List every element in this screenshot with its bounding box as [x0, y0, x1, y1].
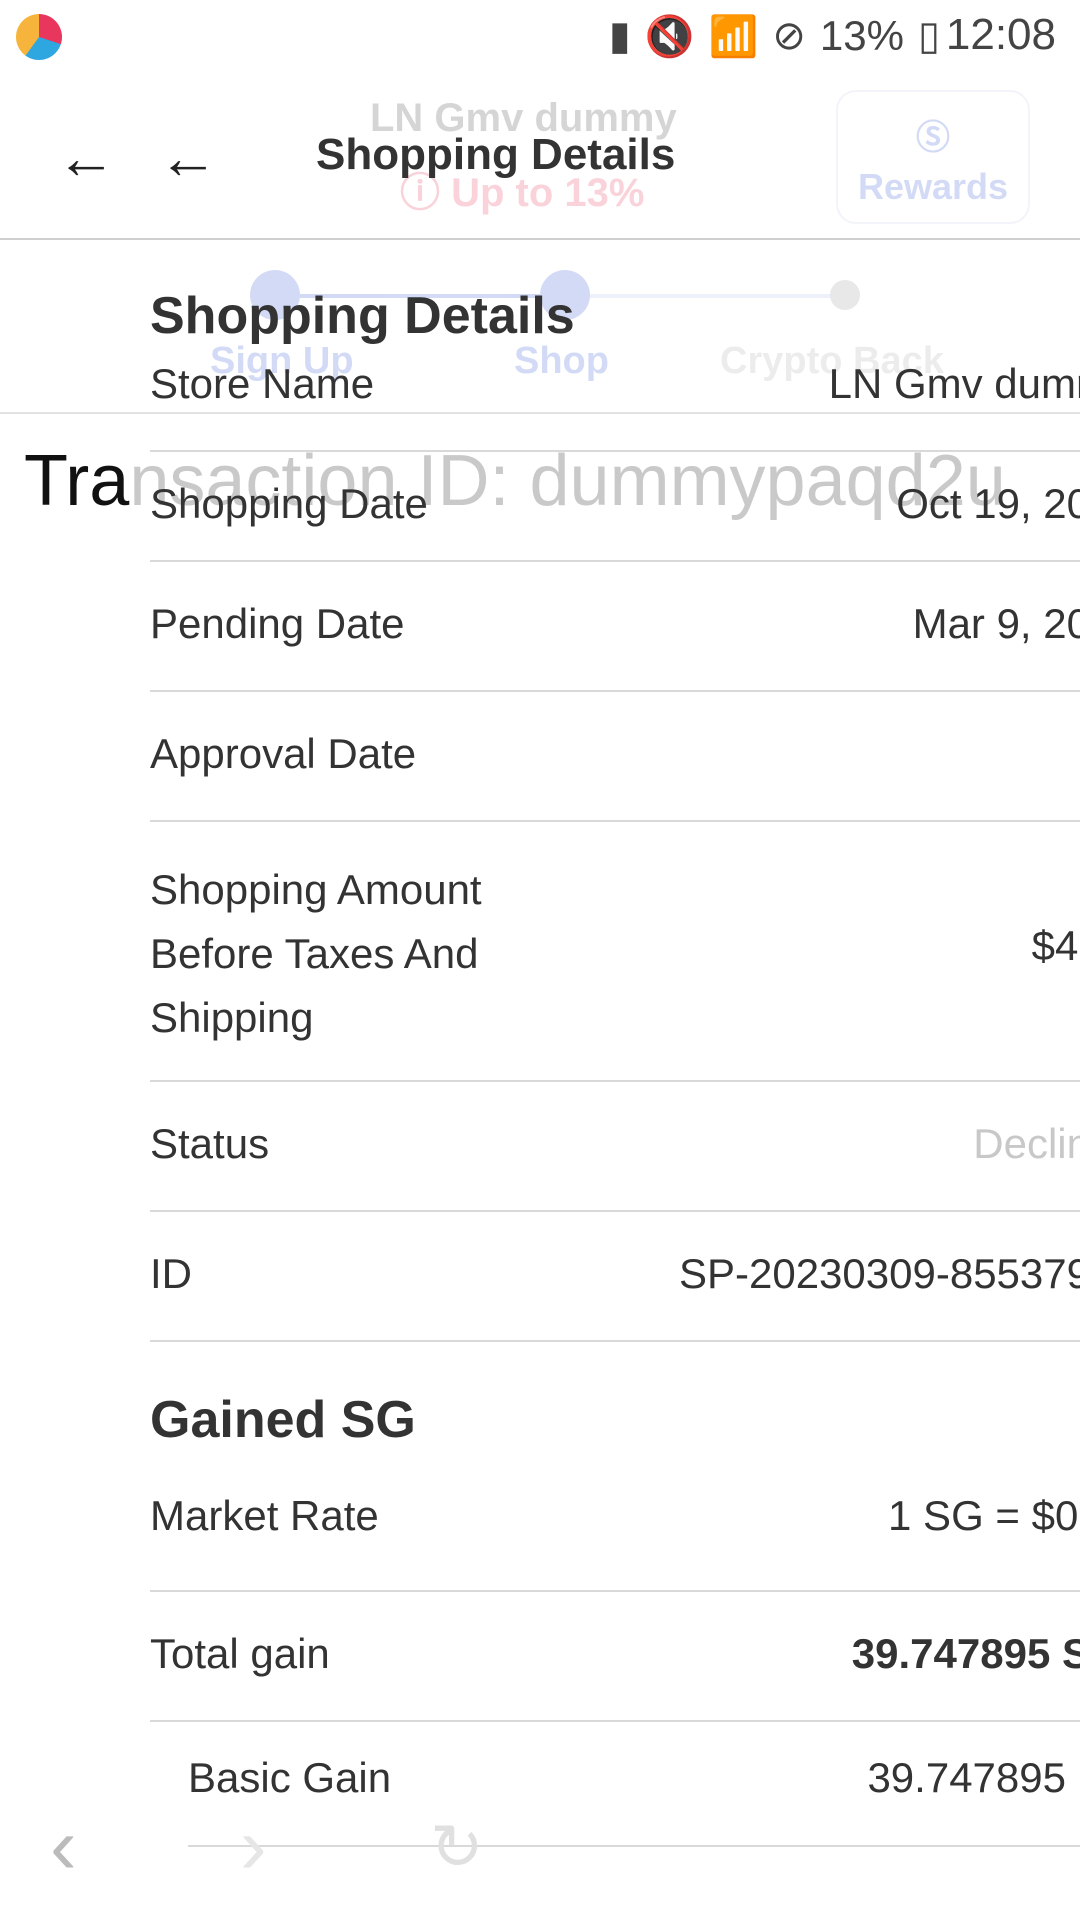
- row-value: Mar 9, 20: [912, 600, 1080, 647]
- row-value: LN Gmv dumr: [828, 360, 1080, 407]
- page-title: Shopping Details: [316, 130, 676, 179]
- row-label: Market Rate: [150, 1492, 379, 1539]
- row-value: $4.: [1031, 922, 1080, 969]
- row-value: 39.747895: [867, 1754, 1066, 1801]
- status-badge: Declin: [973, 1120, 1080, 1167]
- bottom-nav: ‹ › ↻: [50, 1800, 510, 1890]
- gain-row-total: Total gain 39.747895 S: [150, 1590, 1080, 1722]
- row-label: Total gain: [150, 1630, 330, 1677]
- detail-row-approval-date: Approval Date: [150, 690, 1080, 822]
- row-value: 1 SG = $0.: [888, 1492, 1080, 1539]
- shopping-details-sheet: Shopping Details Store Name LN Gmv dumr …: [100, 240, 1080, 1920]
- detail-row-shopping-date: Shopping Date Oct 19, 20: [150, 450, 1080, 562]
- row-value: 39.747895 S: [851, 1630, 1080, 1677]
- nav-forward-icon[interactable]: ›: [240, 1800, 267, 1892]
- back-arrow-icon[interactable]: ←: [56, 128, 116, 188]
- detail-row-id: ID SP-20230309-855379: [150, 1210, 1080, 1342]
- sheet-title: Shopping Details: [150, 287, 575, 345]
- back-arrow-icon[interactable]: ←: [158, 128, 218, 188]
- gain-row-market-rate: Market Rate 1 SG = $0.: [150, 1460, 1080, 1592]
- refresh-icon[interactable]: ↻: [430, 1810, 484, 1885]
- gained-sg-title: Gained SG: [150, 1391, 416, 1449]
- row-label: Shopping Amount Before Taxes And Shippin…: [150, 866, 482, 1041]
- row-label: Basic Gain: [188, 1754, 392, 1801]
- row-label: Store Name: [150, 360, 375, 407]
- row-label: Status: [150, 1120, 270, 1167]
- row-value: Oct 19, 20: [896, 480, 1080, 527]
- detail-row-amount: Shopping Amount Before Taxes And Shippin…: [150, 820, 1080, 1082]
- row-value: SP-20230309-855379: [678, 1250, 1080, 1297]
- detail-row-status: Status Declin: [150, 1080, 1080, 1212]
- detail-row-pending-date: Pending Date Mar 9, 20: [150, 560, 1080, 692]
- row-label: Pending Date: [150, 600, 405, 647]
- row-label: Shopping Date: [150, 480, 428, 527]
- nav-back-icon[interactable]: ‹: [50, 1800, 77, 1892]
- row-label: ID: [150, 1250, 192, 1297]
- detail-row-store: Store Name LN Gmv dumr: [150, 340, 1080, 452]
- row-label: Approval Date: [150, 730, 417, 777]
